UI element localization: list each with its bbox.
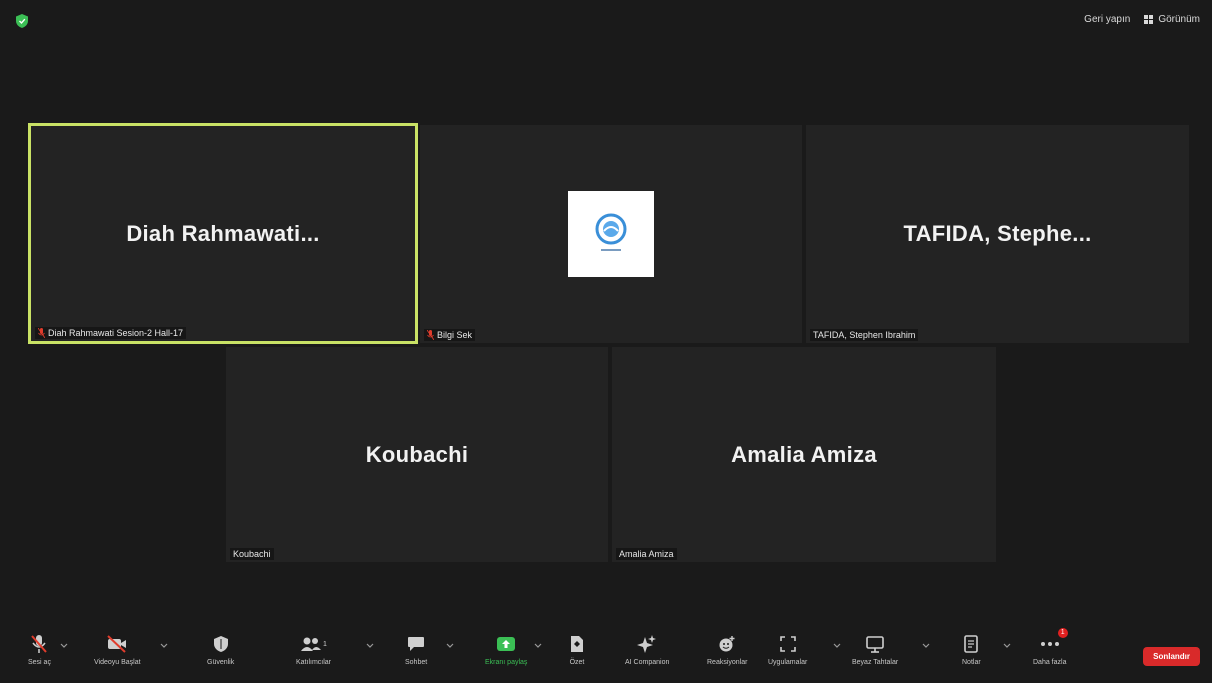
start-video-button[interactable]: Videoyu Başlat [94,631,141,666]
notification-badge: 1 [1057,628,1068,638]
ai-companion-icon [637,631,657,657]
whiteboard-options-chevron-icon[interactable] [922,641,930,649]
security-button[interactable]: Güvenlik [207,631,234,666]
toolbar-label: Videoyu Başlat [94,659,141,666]
exit-fullscreen-label: Geri yapın [1084,14,1131,25]
toolbar-label: Beyaz Tahtalar [852,659,899,666]
chat-icon [407,631,425,657]
organization-logo-icon [595,213,627,251]
ai-companion-button[interactable]: AI Companion [625,631,669,666]
more-icon: 1 [1040,628,1068,657]
video-tile-amalia[interactable]: Amalia Amiza Amalia Amiza [612,347,996,562]
encryption-shield-icon[interactable] [16,14,28,28]
video-tile-tafida[interactable]: TAFIDA, Stephe... TAFIDA, Stephen Ibrahi… [806,125,1189,343]
toolbar-label: Uygulamalar [768,659,808,666]
top-right-controls: Geri yapın Görünüm [1084,14,1200,25]
chat-options-chevron-icon[interactable] [446,641,454,649]
exit-fullscreen-button[interactable]: Geri yapın [1084,14,1130,25]
whiteboard-icon [865,631,885,657]
participant-count: 1 [323,640,327,648]
top-bar: Geri yapın Görünüm [0,0,1212,40]
view-button-label: Görünüm [1158,14,1200,25]
toolbar-label: Ekranı paylaş [485,659,528,666]
mic-off-icon [30,631,48,657]
participant-label-text: TAFIDA, Stephen Ibrahim [813,330,916,340]
toolbar-label: Notlar [962,659,981,666]
notes-button[interactable]: Notlar [962,631,981,666]
toolbar-label: Sohbet [405,659,428,666]
video-off-icon [106,631,128,657]
apps-icon [779,631,797,657]
audio-options-chevron-icon[interactable] [60,641,68,649]
participants-options-chevron-icon[interactable] [366,641,374,649]
share-options-chevron-icon[interactable] [534,641,542,649]
toolbar-label: AI Companion [625,659,670,666]
participant-display-name: Koubachi [365,441,469,467]
participant-name-label: Bilgi Sek [424,329,476,341]
toolbar-label: Reaksiyonlar [707,659,748,666]
participants-button[interactable]: 1 Katılımcılar [296,631,331,666]
reactions-icon [718,631,736,657]
notes-options-chevron-icon[interactable] [1003,641,1011,649]
meeting-toolbar: Sesi aç Videoyu Başlat Güvenlik 1 Katılı… [0,625,1212,683]
participant-display-name: TAFIDA, Stephe... [903,221,1092,246]
shield-icon [213,631,229,657]
share-screen-button[interactable]: Ekranı paylaş [485,631,527,666]
video-tile-diah[interactable]: Diah Rahmawati... Diah Rahmawati Sesion-… [28,123,418,344]
summary-button[interactable]: Özet [569,631,585,666]
video-tile-bilgi[interactable]: Bilgi Sek [420,125,802,343]
participant-name-label: TAFIDA, Stephen Ibrahim [810,329,919,341]
participants-icon: 1 [300,631,327,657]
summary-icon [569,631,585,657]
share-screen-icon [496,631,516,657]
participant-label-text: Bilgi Sek [437,330,473,340]
participant-name-label: Diah Rahmawati Sesion-2 Hall-17 [35,327,187,339]
profile-logo-image [568,191,654,277]
apps-options-chevron-icon[interactable] [833,641,841,649]
chat-button[interactable]: Sohbet [405,631,427,666]
video-options-chevron-icon[interactable] [160,641,168,649]
whiteboards-button[interactable]: Beyaz Tahtalar [852,631,898,666]
unmute-button[interactable]: Sesi aç [28,631,51,666]
toolbar-label: Daha fazla [1033,659,1067,666]
view-button[interactable]: Görünüm [1144,14,1200,25]
participant-name-label: Koubachi [230,548,274,560]
participant-display-name: Diah Rahmawati... [126,220,320,246]
participant-label-text: Amalia Amiza [619,549,674,559]
toolbar-label: Katılımcılar [296,659,332,666]
more-button[interactable]: 1 Daha fazla [1033,628,1068,666]
mic-muted-icon [427,330,434,340]
participant-label-text: Diah Rahmawati Sesion-2 Hall-17 [48,328,184,338]
mic-muted-icon [38,328,45,338]
notes-icon [963,631,979,657]
participant-display-name: Amalia Amiza [731,441,877,467]
toolbar-label: Güvenlik [207,659,235,666]
participant-name-label: Amalia Amiza [616,548,677,560]
video-tile-koubachi[interactable]: Koubachi Koubachi [226,347,608,562]
apps-button[interactable]: Uygulamalar [768,631,807,666]
grid-icon [1144,15,1154,24]
toolbar-label: Özet [569,659,585,666]
reactions-button[interactable]: Reaksiyonlar [707,631,747,666]
end-meeting-button[interactable]: Sonlandır [1143,647,1200,666]
participant-label-text: Koubachi [233,549,271,559]
toolbar-label: Sesi aç [28,659,51,666]
